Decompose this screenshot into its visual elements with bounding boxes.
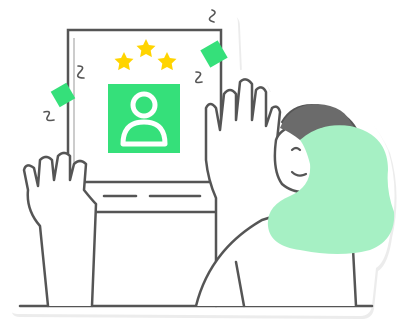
person-holding-profile-card-illustration [9,9,397,319]
illustration-stage [0,0,401,323]
user-avatar-icon [108,84,180,153]
